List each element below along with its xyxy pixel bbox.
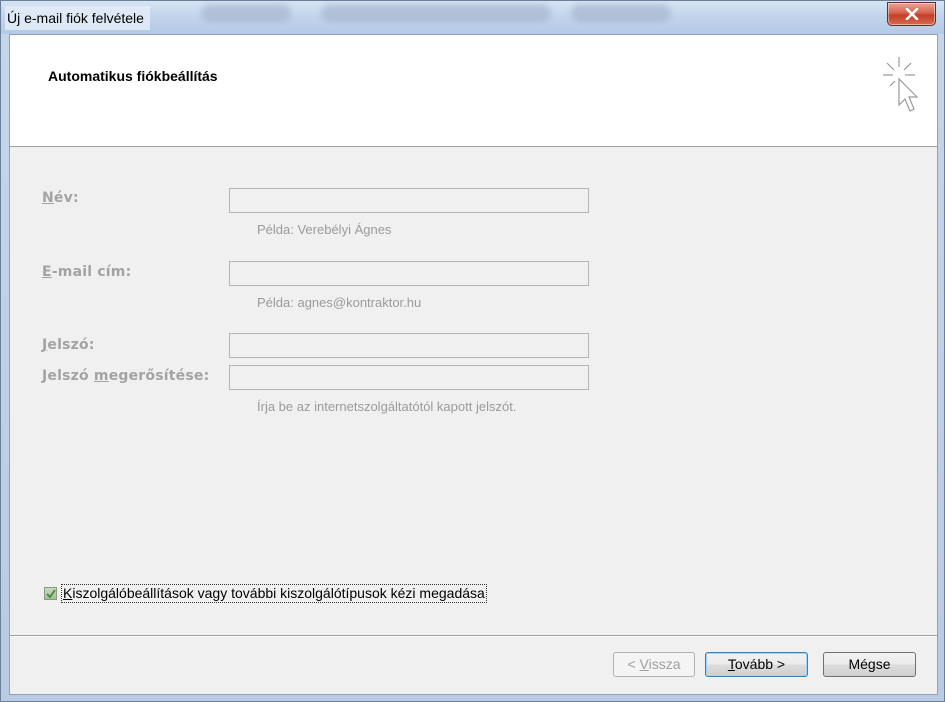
next-button[interactable]: Tovább > (705, 652, 808, 677)
password-confirm-label: Jelszó megerősítése: (42, 368, 210, 384)
background-blur (201, 4, 291, 22)
back-button[interactable]: < Vissza (613, 652, 695, 677)
email-label: E-mail cím: (42, 264, 132, 280)
close-icon (905, 8, 918, 20)
page-title: Automatikus fiókbeállítás (48, 68, 218, 84)
name-input[interactable] (229, 188, 589, 213)
wizard-cursor-icon (883, 57, 919, 112)
email-input[interactable] (229, 261, 589, 286)
manual-setup-option[interactable]: Kiszolgálóbeállítások vagy további kiszo… (44, 584, 487, 603)
password-hint: Írja be az internetszolgáltatótól kapott… (257, 399, 517, 414)
background-blur (321, 4, 551, 22)
manual-setup-label[interactable]: Kiszolgálóbeállítások vagy további kiszo… (61, 584, 487, 603)
password-input[interactable] (229, 333, 589, 358)
dialog-client-area: Automatikus fiókbeállítás Név: Példa: Ve… (9, 34, 938, 695)
background-blur (571, 4, 671, 22)
name-label: Név: (42, 190, 79, 206)
checkmark-icon (45, 588, 56, 598)
name-hint: Példa: Verebélyi Ágnes (257, 222, 392, 237)
email-hint: Példa: agnes@kontraktor.hu (257, 295, 422, 310)
title-bar[interactable]: Új e-mail fiók felvétele (1, 1, 944, 34)
manual-setup-checkbox[interactable] (44, 587, 57, 600)
password-confirm-input[interactable] (229, 365, 589, 390)
wizard-header: Automatikus fiókbeállítás (10, 35, 937, 147)
window-title: Új e-mail fiók felvétele (5, 6, 150, 30)
dialog-window: Új e-mail fiók felvétele Automatikus fió… (0, 0, 945, 702)
cancel-button[interactable]: Mégse (823, 652, 916, 677)
password-label: Jelszó: (42, 337, 95, 353)
close-button[interactable] (887, 2, 936, 26)
footer-divider (10, 635, 937, 637)
